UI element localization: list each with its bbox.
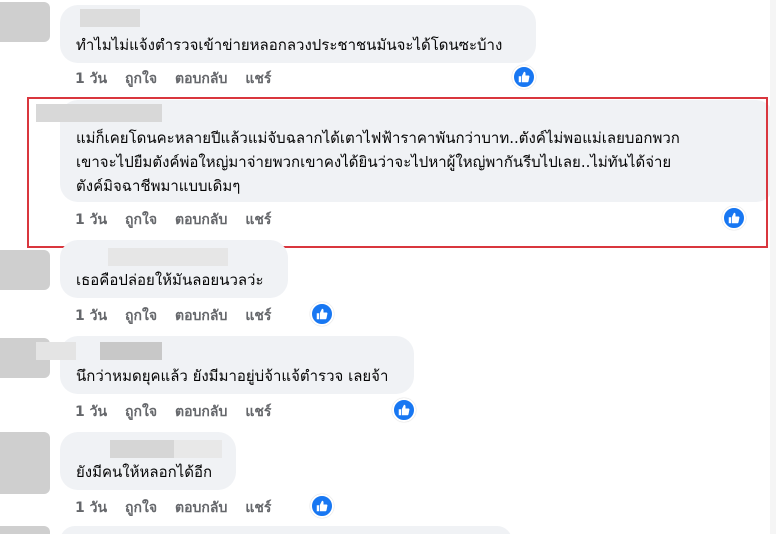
reply-button[interactable]: ตอบกลับ <box>175 497 227 519</box>
reply-button[interactable]: ตอบกลับ <box>175 401 227 423</box>
thumbs-up-icon[interactable] <box>392 398 416 422</box>
share-button[interactable]: แชร์ <box>245 305 271 327</box>
like-button[interactable]: ถูกใจ <box>125 68 157 90</box>
comment-actions: 1 วัน ถูกใจ ตอบกลับ แชร์ <box>75 68 271 90</box>
thumbs-up-icon[interactable] <box>310 494 334 518</box>
like-button[interactable]: ถูกใจ <box>125 209 157 231</box>
reply-button[interactable]: ตอบกลับ <box>175 68 227 90</box>
thumbs-up-icon[interactable] <box>310 302 334 326</box>
reply-button[interactable]: ตอบกลับ <box>175 209 227 231</box>
comment-bubble-highlighted: แม่ก็เคยโดนคะหลายปีแล้วแม่จับฉลากได้เตาไ… <box>36 100 774 202</box>
comment-text: ยังมีคนให้หลอกได้อีก <box>76 463 213 481</box>
comment-actions: 1 วัน ถูกใจ ตอบกลับ แชร์ <box>75 497 271 519</box>
commenter-name-redacted <box>174 440 222 458</box>
share-button[interactable]: แชร์ <box>245 209 271 231</box>
commenter-name-redacted <box>108 248 228 266</box>
commenter-name-redacted <box>80 9 140 27</box>
comment-actions: 1 วัน ถูกใจ ตอบกลับ แชร์ <box>75 401 271 423</box>
comment-text-line-1: แม่ก็เคยโดนคะหลายปีแล้วแม่จับฉลากได้เตาไ… <box>76 129 680 147</box>
commenter-name-redacted <box>110 440 174 458</box>
comment-timestamp[interactable]: 1 วัน <box>75 305 107 327</box>
comment-bubble: ยังมีคนให้หลอกได้อีก <box>60 432 236 490</box>
comment-timestamp[interactable]: 1 วัน <box>75 68 107 90</box>
comment-timestamp[interactable]: 1 วัน <box>75 401 107 423</box>
like-button[interactable]: ถูกใจ <box>125 305 157 327</box>
comment-text: นึกว่าหมดยุคแล้ว ยังมีมาอยู่บ่จ้าแจ้ตำรว… <box>76 367 389 385</box>
avatar[interactable] <box>0 432 50 494</box>
comment-text-line-3: ตังค์มิจฉาชีพมาแบบเดิมๆ <box>76 177 241 195</box>
reply-button[interactable]: ตอบกลับ <box>175 305 227 327</box>
comment-timestamp[interactable]: 1 วัน <box>75 497 107 519</box>
like-button[interactable]: ถูกใจ <box>125 401 157 423</box>
avatar[interactable] <box>0 2 50 42</box>
thumbs-up-icon[interactable] <box>512 65 536 89</box>
commenter-name-redacted <box>100 342 162 360</box>
comment-text: ทำไมไม่แจ้งตำรวจเข้าข่ายหลอกลวงประชาชนมั… <box>76 36 503 54</box>
comment-actions: 1 วัน ถูกใจ ตอบกลับ แชร์ <box>75 209 271 231</box>
avatar[interactable] <box>0 250 50 290</box>
commenter-name-redacted <box>36 104 162 122</box>
like-button[interactable]: ถูกใจ <box>125 497 157 519</box>
scrollbar-track[interactable] <box>770 0 776 534</box>
comment-bubble-partial-bottom <box>60 526 512 534</box>
comment-text: เธอคือปล่อยให้มันลอยนวลว่ะ <box>76 271 264 289</box>
share-button[interactable]: แชร์ <box>245 68 271 90</box>
thumbs-up-icon[interactable] <box>722 206 746 230</box>
commenter-name-redacted <box>36 342 76 360</box>
avatar[interactable] <box>0 526 50 534</box>
comment-bubble: นึกว่าหมดยุคแล้ว ยังมีมาอยู่บ่จ้าแจ้ตำรว… <box>36 336 414 394</box>
comment-timestamp[interactable]: 1 วัน <box>75 209 107 231</box>
share-button[interactable]: แชร์ <box>245 401 271 423</box>
comment-text-line-2: เขาจะไปยืมตังค์พ่อใหญ่มาจ่ายพวกเขาคงได้ย… <box>76 153 672 171</box>
share-button[interactable]: แชร์ <box>245 497 271 519</box>
comment-bubble: ทำไมไม่แจ้งตำรวจเข้าข่ายหลอกลวงประชาชนมั… <box>60 5 536 63</box>
comment-actions: 1 วัน ถูกใจ ตอบกลับ แชร์ <box>75 305 271 327</box>
comment-bubble: เธอคือปล่อยให้มันลอยนวลว่ะ <box>60 240 288 298</box>
comment-thread: ทำไมไม่แจ้งตำรวจเข้าข่ายหลอกลวงประชาชนมั… <box>0 0 776 534</box>
